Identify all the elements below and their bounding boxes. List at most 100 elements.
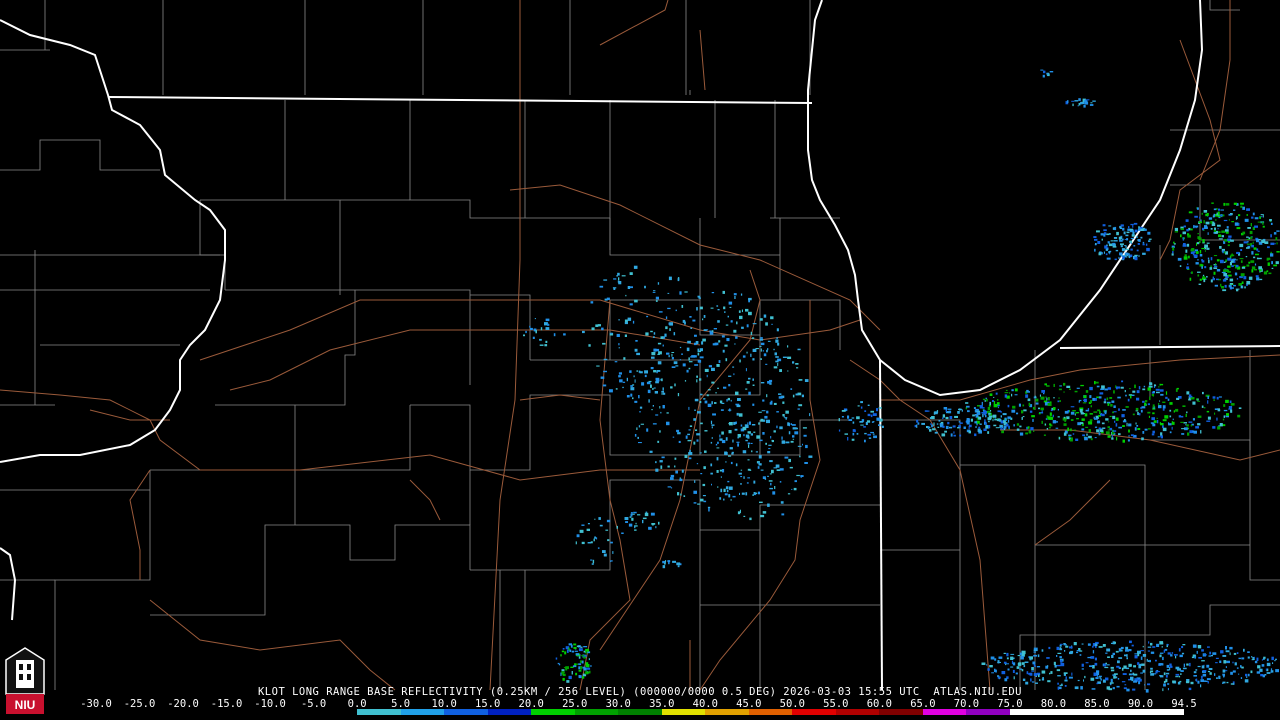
echo-pixel — [1111, 432, 1115, 435]
echo-pixel — [1192, 644, 1197, 648]
echo-pixel — [686, 347, 690, 352]
echo-pixel — [716, 364, 720, 367]
echo-pixel — [578, 648, 583, 652]
echo-pixel — [1098, 646, 1103, 648]
echo-pixel — [1182, 405, 1186, 407]
echo-pixel — [660, 465, 663, 469]
echo-pixel — [733, 421, 736, 425]
echo-pixel — [574, 650, 578, 652]
echo-pixel — [1114, 258, 1117, 261]
echo-pixel — [787, 356, 792, 359]
echo-pixel — [1207, 257, 1210, 260]
echo-pixel — [995, 427, 1000, 429]
echo-pixel — [1001, 430, 1004, 434]
echo-pixel — [1250, 223, 1252, 227]
echo-pixel — [1143, 385, 1146, 388]
echo-pixel — [1165, 391, 1168, 395]
echo-pixel — [622, 381, 626, 383]
echo-pixel — [1254, 660, 1258, 664]
echo-pixel — [1140, 656, 1143, 660]
echo-pixel — [662, 565, 666, 569]
echo-pixel — [916, 424, 918, 428]
echo-pixel — [1163, 672, 1166, 676]
echo-pixel — [1238, 223, 1240, 226]
echo-pixel — [873, 435, 877, 439]
echo-pixel — [1270, 222, 1273, 225]
echo-pixel — [769, 460, 773, 463]
echo-pixel — [857, 405, 860, 407]
echo-pixel — [1071, 672, 1073, 676]
echo-pixel — [768, 444, 772, 446]
echo-pixel — [696, 463, 699, 465]
echo-pixel — [1235, 217, 1238, 220]
echo-pixel — [1058, 397, 1060, 399]
echo-pixel — [1142, 243, 1145, 246]
echo-pixel — [1159, 641, 1164, 645]
echo-pixel — [1093, 411, 1098, 413]
echo-pixel — [1083, 395, 1087, 398]
echo-pixel — [711, 330, 714, 332]
colorbar-segment — [139, 709, 184, 715]
echo-pixel — [1052, 420, 1057, 424]
echo-pixel — [1003, 426, 1007, 429]
echo-pixel — [603, 279, 608, 281]
echo-pixel — [711, 483, 712, 486]
echo-pixel — [1248, 276, 1253, 280]
echo-pixel — [1089, 395, 1092, 399]
echo-pixel — [1213, 271, 1216, 275]
echo-pixel — [1215, 263, 1217, 265]
echo-pixel — [983, 428, 987, 431]
echo-pixel — [717, 486, 719, 488]
echo-pixel — [1194, 225, 1199, 228]
echo-pixel — [715, 443, 718, 446]
echo-pixel — [1259, 216, 1261, 219]
echo-pixel — [725, 486, 729, 490]
echo-pixel — [563, 667, 568, 669]
echo-pixel — [1122, 409, 1126, 411]
echo-pixel — [1213, 267, 1218, 269]
echo-pixel — [1090, 102, 1093, 104]
echo-pixel — [1213, 229, 1216, 232]
echo-pixel — [672, 436, 675, 438]
echo-pixel — [1223, 660, 1227, 664]
echo-pixel — [540, 327, 543, 331]
echo-pixel — [974, 433, 977, 437]
echo-pixel — [1251, 656, 1253, 658]
echo-pixel — [740, 293, 743, 296]
echo-pixel — [741, 309, 743, 313]
echo-pixel — [678, 440, 681, 443]
echo-pixel — [1221, 286, 1224, 289]
echo-pixel — [629, 516, 632, 518]
echo-pixel — [1118, 236, 1122, 240]
echo-pixel — [1073, 429, 1077, 431]
echo-pixel — [1250, 670, 1253, 674]
echo-pixel — [988, 412, 991, 415]
echo-pixel — [636, 427, 638, 430]
echo-pixel — [1128, 435, 1130, 437]
echo-pixel — [710, 441, 713, 444]
echo-pixel — [994, 418, 998, 421]
echo-pixel — [1128, 429, 1130, 433]
echo-pixel — [648, 526, 652, 530]
echo-pixel — [1066, 385, 1071, 388]
echo-pixel — [1060, 662, 1065, 667]
echo-pixel — [1156, 417, 1158, 419]
echo-pixel — [1097, 420, 1101, 424]
echo-pixel — [1112, 430, 1117, 432]
echo-pixel — [864, 432, 867, 435]
echo-pixel — [1067, 427, 1070, 432]
colorbar-segment — [618, 709, 662, 715]
echo-pixel — [988, 420, 990, 423]
echo-pixel — [792, 438, 795, 440]
echo-pixel — [1192, 418, 1195, 421]
echo-pixel — [1150, 642, 1153, 646]
echo-pixel — [1105, 652, 1108, 654]
echo-pixel — [766, 394, 768, 398]
echo-pixel — [792, 361, 795, 364]
echo-pixel — [555, 657, 558, 660]
echo-pixel — [659, 460, 663, 463]
echo-pixel — [1014, 394, 1018, 396]
echo-pixel — [721, 335, 725, 338]
echo-pixel — [561, 669, 565, 672]
echo-pixel — [1032, 406, 1036, 410]
